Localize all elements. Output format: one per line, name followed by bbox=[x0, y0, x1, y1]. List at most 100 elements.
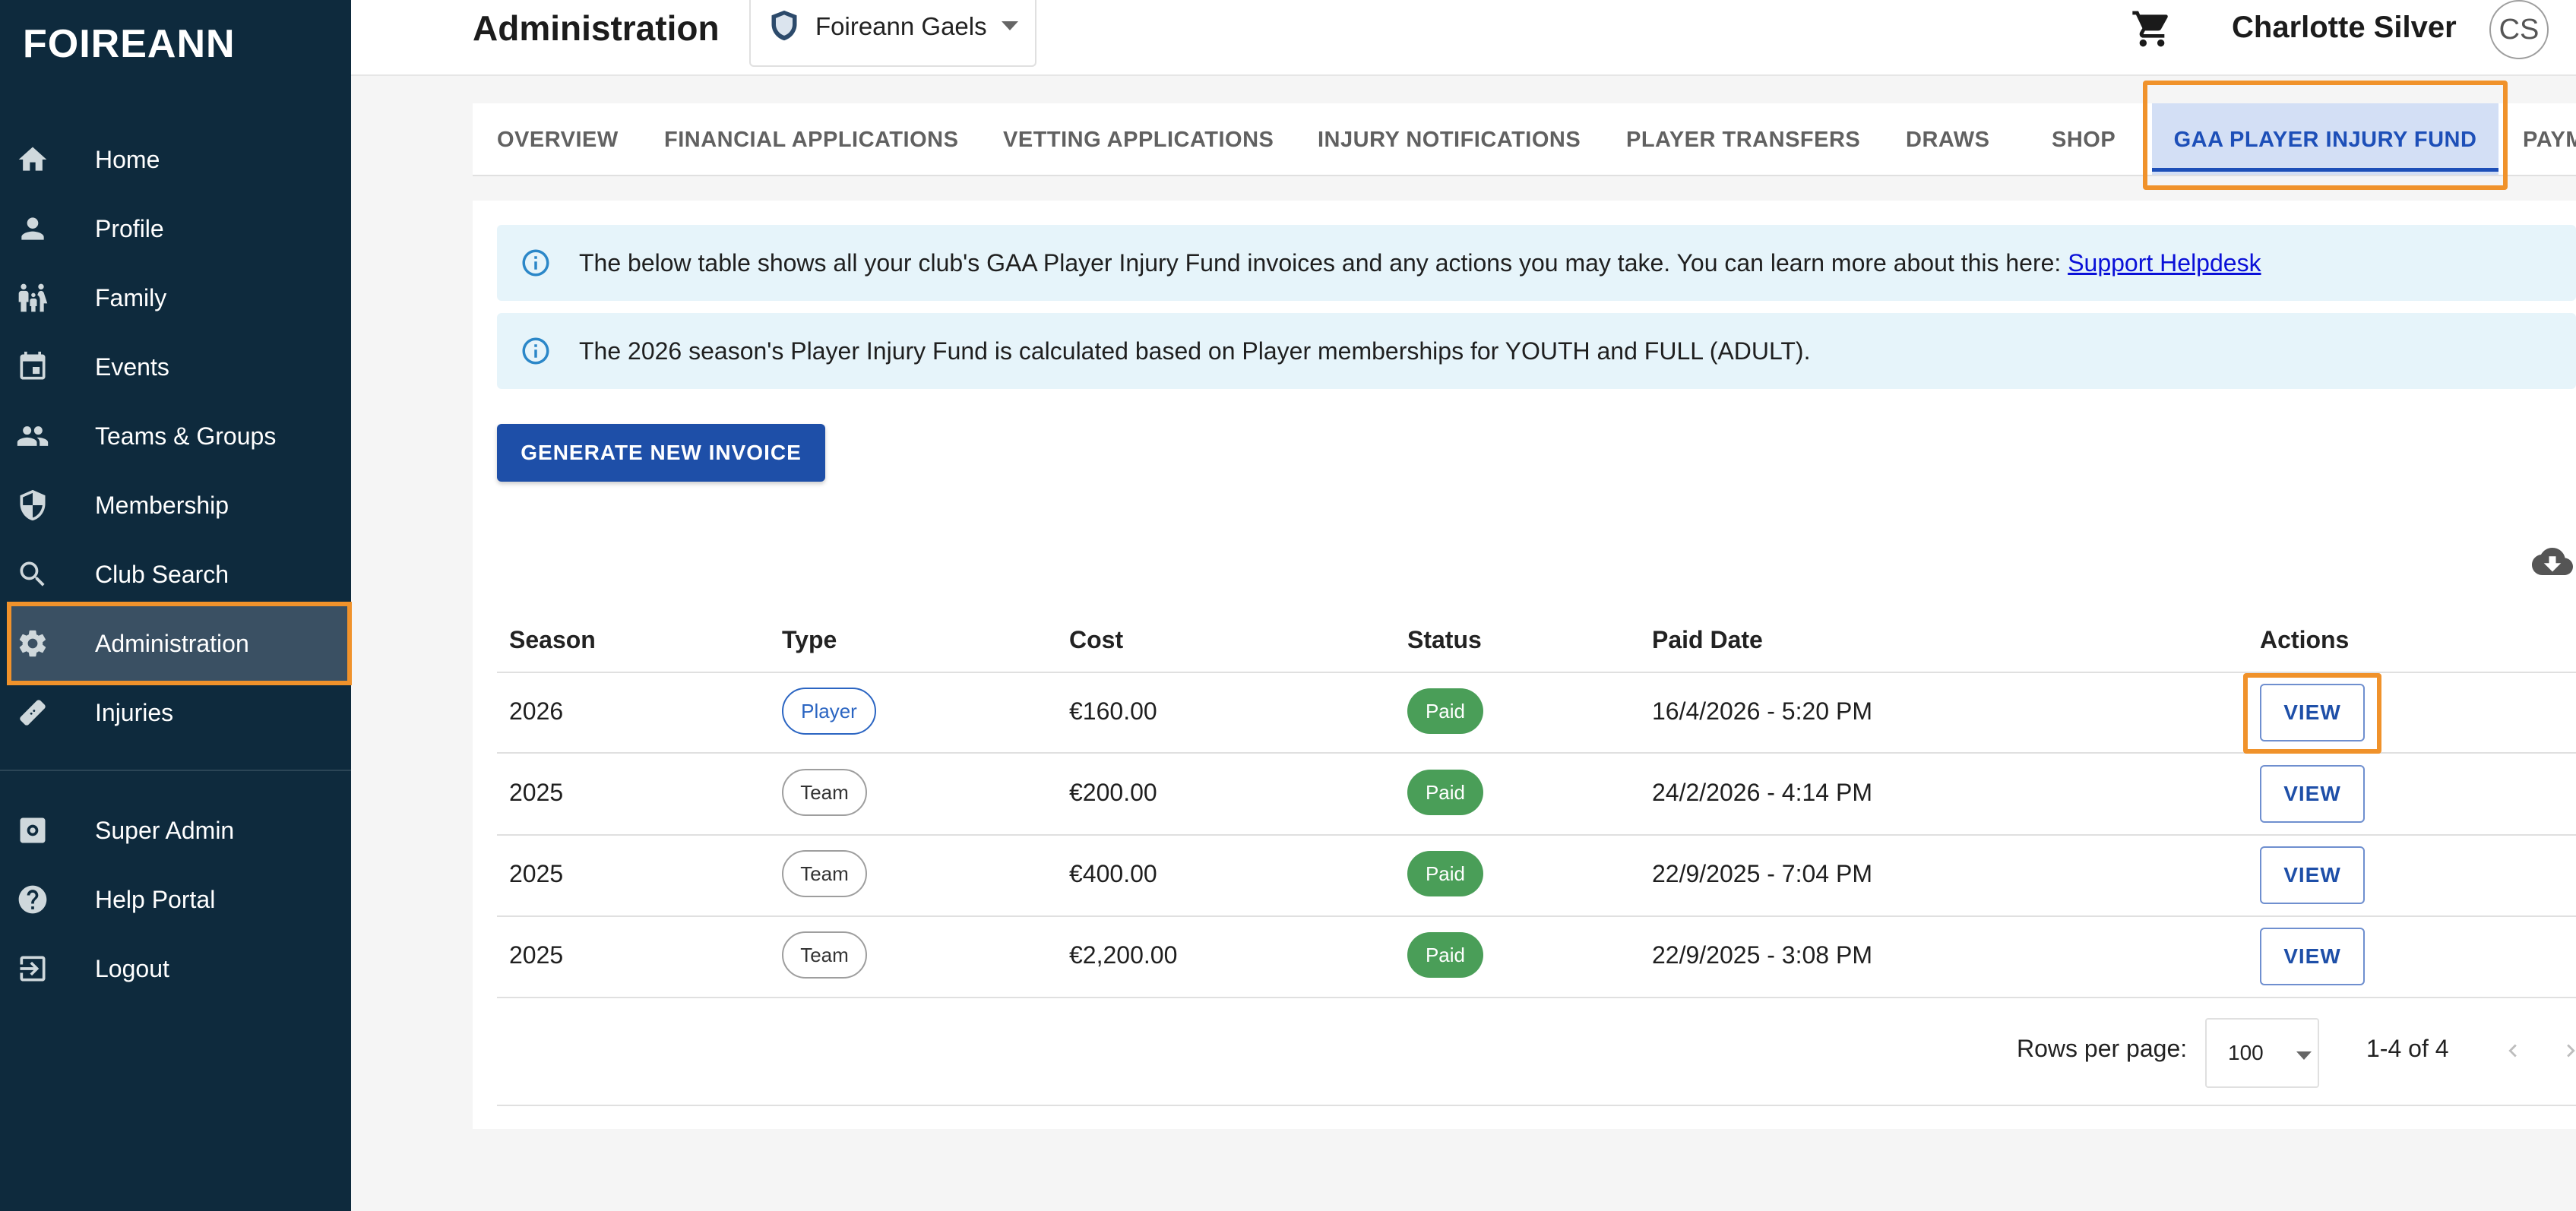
sidebar-item-label: Home bbox=[95, 145, 160, 173]
sidebar-item-label: Administration bbox=[95, 629, 249, 657]
column-header-actions: Actions bbox=[2260, 626, 2350, 653]
chevron-right-icon[interactable] bbox=[2558, 1038, 2576, 1064]
view-button[interactable]: VIEW bbox=[2260, 928, 2365, 985]
rows-per-page-value: 100 bbox=[2228, 1041, 2264, 1064]
tab-financial-applications[interactable]: FINANCIAL APPLICATIONS bbox=[664, 103, 958, 175]
status-badge: Paid bbox=[1407, 851, 1483, 896]
column-header-type[interactable]: Type bbox=[782, 626, 837, 654]
family-icon bbox=[14, 279, 52, 317]
injury-fund-panel: The below table shows all your club's GA… bbox=[473, 201, 2576, 1129]
column-header-season[interactable]: Season bbox=[509, 626, 596, 654]
season-cell: 2025 bbox=[509, 860, 564, 887]
sidebar-item-label: Family bbox=[95, 283, 167, 311]
page-title: Administration bbox=[473, 8, 720, 48]
rows-per-page-select[interactable]: 100 bbox=[2205, 1018, 2319, 1088]
sidebar-item-label: Profile bbox=[95, 214, 164, 242]
tab-payments[interactable]: PAYM bbox=[2523, 103, 2576, 175]
alert-text: The 2026 season's Player Injury Fund is … bbox=[579, 337, 1811, 365]
club-crest-icon bbox=[771, 10, 797, 41]
sidebar-item-label: Club Search bbox=[95, 560, 229, 588]
info-alert: The below table shows all your club's GA… bbox=[497, 225, 2576, 301]
chevron-left-icon[interactable] bbox=[2500, 1038, 2526, 1064]
type-chip: Player bbox=[782, 688, 876, 735]
type-chip: Team bbox=[782, 931, 867, 979]
sidebar-item-label: Membership bbox=[95, 491, 229, 519]
tab-vetting-applications[interactable]: VETTING APPLICATIONS bbox=[1003, 103, 1274, 175]
paid-date-cell: 22/9/2025 - 7:04 PM bbox=[1652, 860, 1872, 887]
status-badge: Paid bbox=[1407, 770, 1483, 815]
app-logo[interactable]: FOIREANN bbox=[23, 21, 236, 67]
table-divider bbox=[497, 997, 2576, 998]
paid-date-cell: 22/9/2025 - 3:08 PM bbox=[1652, 941, 1872, 969]
tab-highlight-box bbox=[2143, 81, 2508, 190]
user-name[interactable]: Charlotte Silver bbox=[2232, 11, 2457, 45]
status-badge: Paid bbox=[1407, 688, 1483, 734]
column-header-status[interactable]: Status bbox=[1407, 626, 1482, 654]
logout-icon bbox=[14, 950, 52, 988]
type-chip: Team bbox=[782, 850, 867, 897]
avatar[interactable]: CS bbox=[2489, 0, 2549, 59]
sidebar-item-super-admin[interactable]: Super Admin bbox=[9, 791, 350, 870]
column-header-cost[interactable]: Cost bbox=[1069, 626, 1123, 654]
column-header-paid-date[interactable]: Paid Date bbox=[1652, 626, 1763, 654]
cost-cell: €160.00 bbox=[1069, 697, 1157, 725]
home-icon bbox=[14, 141, 52, 179]
cart-icon[interactable] bbox=[2131, 8, 2173, 50]
info-icon bbox=[520, 335, 552, 367]
sidebar-item-family[interactable]: Family bbox=[9, 258, 350, 337]
view-button[interactable]: VIEW bbox=[2260, 846, 2365, 904]
sidebar-item-label: Super Admin bbox=[95, 816, 235, 844]
view-button[interactable]: VIEW bbox=[2260, 765, 2365, 823]
season-info-alert: The 2026 season's Player Injury Fund is … bbox=[497, 313, 2576, 389]
cost-cell: €200.00 bbox=[1069, 779, 1157, 806]
sidebar-item-profile[interactable]: Profile bbox=[9, 189, 350, 268]
sidebar-item-label: Teams & Groups bbox=[95, 422, 277, 450]
table-divider bbox=[497, 915, 2576, 917]
rows-per-page-label: Rows per page: bbox=[2017, 1035, 2188, 1062]
sidebar-item-logout[interactable]: Logout bbox=[9, 929, 350, 1008]
chevron-down-icon bbox=[2296, 1051, 2312, 1060]
alert-text: The below table shows all your club's GA… bbox=[579, 249, 2261, 277]
sidebar-item-injuries[interactable]: Injuries bbox=[9, 673, 350, 752]
support-helpdesk-link[interactable]: Support Helpdesk bbox=[2068, 249, 2261, 277]
sidebar-item-home[interactable]: Home bbox=[9, 120, 350, 199]
person-icon bbox=[14, 210, 52, 248]
gear-icon bbox=[14, 624, 52, 662]
sidebar: FOIREANN Home Profile Family Events Team… bbox=[0, 0, 352, 1211]
paid-date-cell: 16/4/2026 - 5:20 PM bbox=[1652, 697, 1872, 725]
info-icon bbox=[520, 247, 552, 279]
sidebar-item-help-portal[interactable]: Help Portal bbox=[9, 860, 350, 939]
sidebar-item-label: Help Portal bbox=[95, 885, 216, 913]
sidebar-item-administration[interactable]: Administration bbox=[7, 602, 352, 685]
tab-draws[interactable]: DRAWS bbox=[1906, 103, 1989, 175]
club-selector[interactable]: Foireann Gaels bbox=[749, 0, 1036, 67]
tab-overview[interactable]: OVERVIEW bbox=[497, 103, 619, 175]
cost-cell: €400.00 bbox=[1069, 860, 1157, 887]
sidebar-item-label: Logout bbox=[95, 954, 169, 982]
calendar-icon bbox=[14, 348, 52, 386]
sidebar-item-label: Events bbox=[95, 353, 169, 381]
cost-cell: €2,200.00 bbox=[1069, 941, 1178, 969]
group-icon bbox=[14, 417, 52, 455]
season-cell: 2025 bbox=[509, 779, 564, 806]
status-badge: Paid bbox=[1407, 932, 1483, 978]
paid-date-cell: 24/2/2026 - 4:14 PM bbox=[1652, 779, 1872, 806]
top-header: Administration Foireann Gaels Charlotte … bbox=[351, 0, 2576, 76]
table-bottom-divider bbox=[497, 1105, 2576, 1106]
cloud-download-icon[interactable] bbox=[2532, 541, 2573, 582]
shield-icon bbox=[14, 486, 52, 524]
sidebar-item-teams-groups[interactable]: Teams & Groups bbox=[9, 397, 350, 476]
sidebar-item-label: Injuries bbox=[95, 698, 174, 726]
chevron-down-icon bbox=[1002, 21, 1018, 30]
sidebar-item-membership[interactable]: Membership bbox=[9, 466, 350, 545]
alert-message: The below table shows all your club's GA… bbox=[579, 248, 2068, 277]
tab-injury-notifications[interactable]: INJURY NOTIFICATIONS bbox=[1318, 103, 1581, 175]
sidebar-item-club-search[interactable]: Club Search bbox=[9, 535, 350, 614]
tab-shop[interactable]: SHOP bbox=[2052, 103, 2116, 175]
sidebar-item-events[interactable]: Events bbox=[9, 327, 350, 406]
tab-player-transfers[interactable]: PLAYER TRANSFERS bbox=[1626, 103, 1860, 175]
season-cell: 2025 bbox=[509, 941, 564, 969]
type-chip: Team bbox=[782, 769, 867, 816]
admin-icon bbox=[14, 811, 52, 849]
generate-invoice-button[interactable]: GENERATE NEW INVOICE bbox=[497, 424, 825, 482]
